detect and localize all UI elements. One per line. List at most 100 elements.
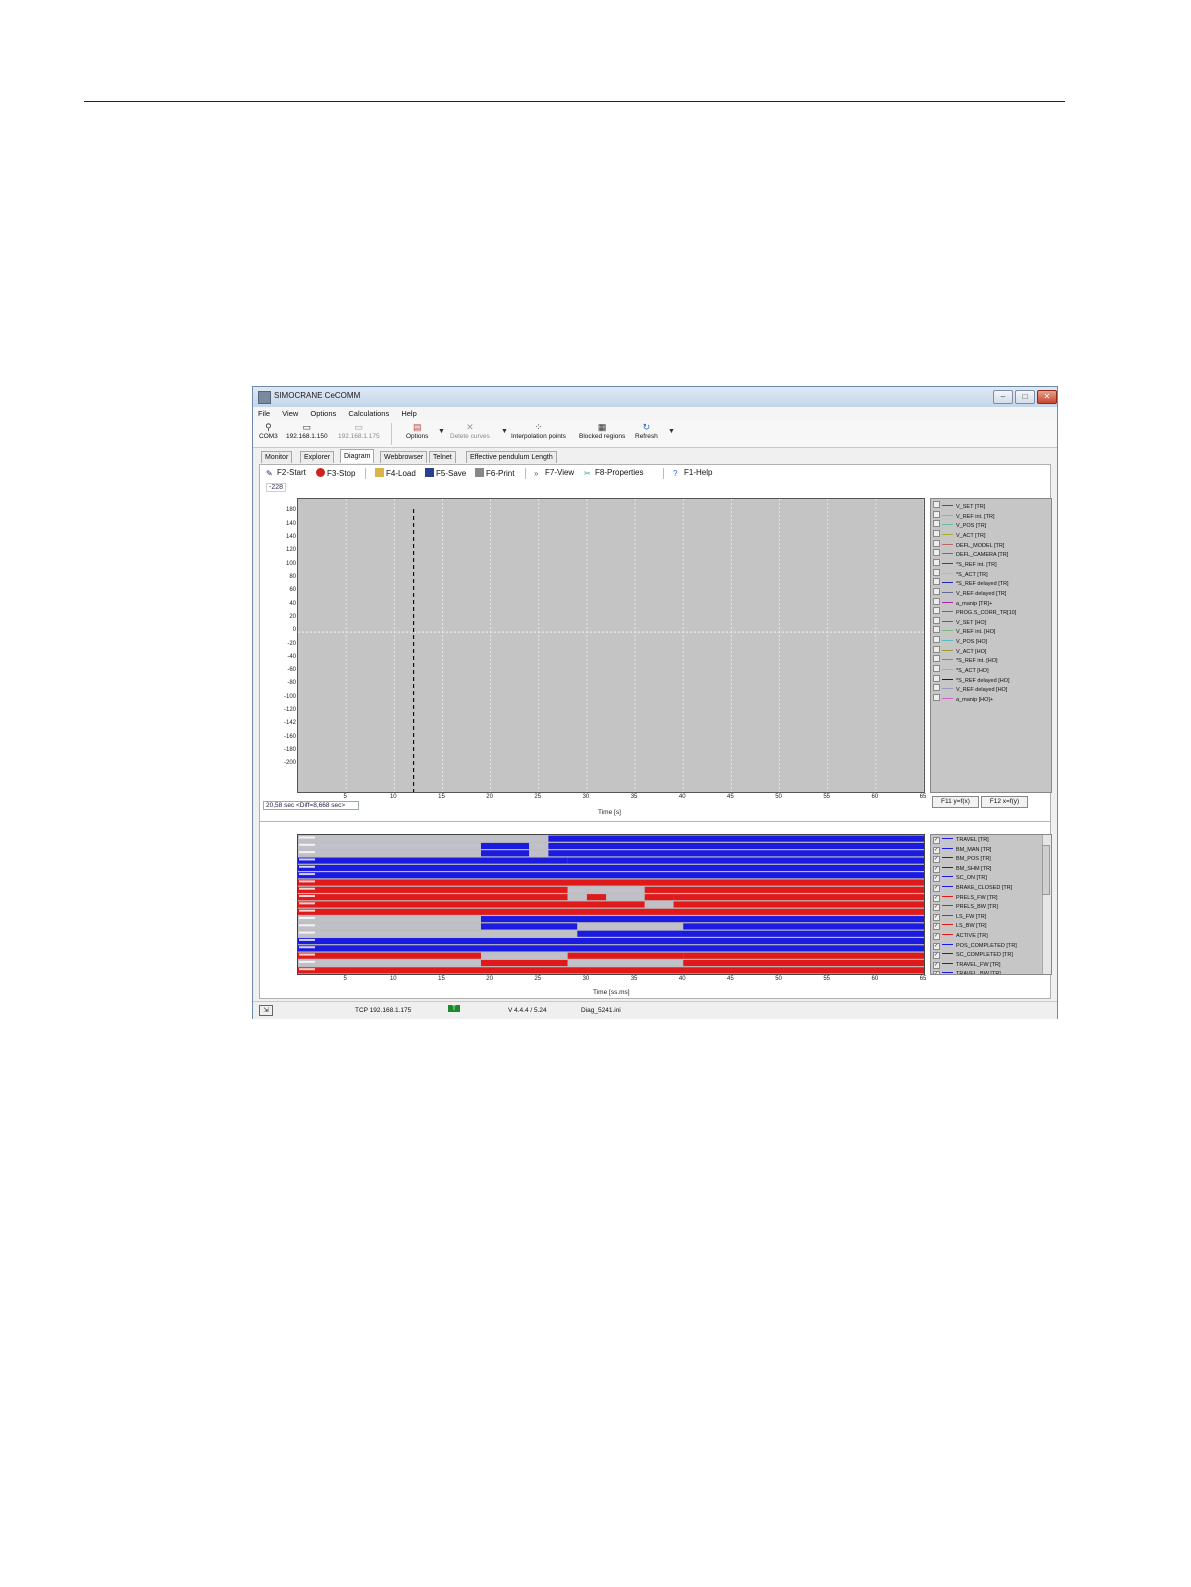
refresh-button[interactable]: ↻ Refresh (635, 422, 658, 440)
legend-item[interactable]: ✓ TRAVEL_BW [TR] (933, 971, 1001, 974)
analog-plot-area[interactable] (297, 498, 925, 793)
legend-item[interactable]: DEFL_MODEL [TR] (933, 539, 1004, 549)
legend-item[interactable]: V_POS [TR] (933, 520, 986, 529)
legend-checkbox[interactable] (933, 636, 940, 644)
legend-checkbox[interactable]: ✓ (933, 961, 940, 969)
legend-checkbox[interactable]: ✓ (933, 856, 940, 864)
menu-file[interactable]: File (253, 407, 275, 418)
tab-effective-pendulum-length[interactable]: Effective pendulum Length (466, 451, 557, 463)
legend-item[interactable]: ✓ BM_SHM [TR] (933, 865, 991, 875)
legend-checkbox[interactable] (933, 597, 940, 605)
legend-checkbox[interactable] (933, 558, 940, 566)
tab-monitor[interactable]: Monitor (261, 451, 293, 463)
legend-item[interactable]: V_SET [HO] (933, 616, 986, 626)
options-button[interactable]: ▤ Options (406, 422, 428, 440)
legend-checkbox[interactable] (933, 607, 940, 615)
tab-explorer[interactable]: Explorer (300, 451, 335, 463)
legend-checkbox[interactable]: ✓ (933, 885, 940, 892)
minimize-button[interactable]: – (993, 390, 1013, 404)
legend-item[interactable]: V_REF int. [HO] (933, 626, 995, 635)
legend-checkbox[interactable] (933, 645, 940, 653)
legend-item[interactable]: V_POS [HO] (933, 636, 987, 645)
legend-checkbox[interactable] (933, 549, 940, 557)
legend-item[interactable]: ✓ PRELS_BW [TR] (933, 904, 998, 913)
legend-checkbox[interactable] (933, 616, 940, 624)
legend-item[interactable]: V_REF int. [TR] (933, 510, 995, 520)
legend-checkbox[interactable]: ✓ (933, 933, 940, 940)
legend-checkbox[interactable]: ✓ (933, 923, 940, 931)
delete-curves-dropdown-icon[interactable]: ▼ (501, 428, 508, 435)
f12-button[interactable]: F12 x=f(y) (981, 796, 1028, 808)
menu-view[interactable]: View (277, 407, 303, 418)
legend-item[interactable]: V_SET [TR] (933, 501, 985, 510)
legend-item[interactable]: a_manip [TR]+ (933, 597, 992, 607)
legend-item[interactable]: ✓ LS_FW [TR] (933, 913, 986, 923)
legend-checkbox[interactable]: ✓ (933, 837, 940, 844)
legend-item[interactable]: *S_REF int. [TR] (933, 558, 997, 568)
legend-item[interactable]: ✓ BRAKE_CLOSED [TR] (933, 885, 1012, 894)
menu-calculations[interactable]: Calculations (343, 407, 394, 418)
tab-telnet[interactable]: Telnet (429, 451, 456, 463)
legend-checkbox[interactable] (933, 501, 940, 508)
legend-item[interactable]: ✓ BM_POS [TR] (933, 856, 991, 865)
legend-checkbox[interactable]: ✓ (933, 875, 940, 883)
legend-checkbox[interactable]: ✓ (933, 913, 940, 921)
legend-item[interactable]: V_REF delayed [TR] (933, 587, 1006, 597)
legend-checkbox[interactable] (933, 665, 940, 673)
legend-item[interactable]: ✓ PRELS_FW [TR] (933, 894, 998, 904)
tab-diagram[interactable]: Diagram (340, 449, 375, 463)
legend-checkbox[interactable] (933, 587, 940, 595)
legend-item[interactable]: PROG.S_CORR_TR[10] (933, 607, 1016, 616)
load-button[interactable]: F4-Load (375, 468, 416, 478)
help-button[interactable]: ? F1-Help (673, 468, 712, 478)
start-button[interactable]: ✎ F2-Start (266, 468, 306, 478)
legend-checkbox[interactable]: ✓ (933, 865, 940, 873)
save-button[interactable]: F5-Save (425, 468, 466, 478)
stop-button[interactable]: F3-Stop (316, 468, 355, 478)
legend-item[interactable]: V_REF delayed [HO] (933, 684, 1007, 693)
properties-button[interactable]: ✂ F8-Properties (584, 468, 643, 478)
connection-active-button[interactable]: ▭ 192.168.1.150 (286, 422, 328, 440)
legend-checkbox[interactable] (933, 578, 940, 586)
connection-inactive-button[interactable]: ▭ 192.168.1.175 (338, 422, 380, 440)
legend-checkbox[interactable]: ✓ (933, 952, 940, 960)
com-port-button[interactable]: ⚲ COM3 (259, 422, 278, 440)
legend-checkbox[interactable] (933, 674, 940, 682)
menu-help[interactable]: Help (396, 407, 421, 418)
legend-checkbox[interactable] (933, 684, 940, 692)
legend-checkbox[interactable]: ✓ (933, 904, 940, 912)
legend-item[interactable]: *S_REF delayed [HO] (933, 674, 1010, 684)
legend-checkbox[interactable] (933, 539, 940, 547)
legend-item[interactable]: *S_REF delayed [TR] (933, 578, 1009, 587)
legend-scrollbar[interactable] (1042, 835, 1051, 974)
delete-curves-button[interactable]: ✕ Delete curves (450, 422, 490, 440)
legend-checkbox[interactable]: ✓ (933, 971, 940, 974)
legend-checkbox[interactable] (933, 520, 940, 528)
legend-checkbox[interactable] (933, 626, 940, 634)
legend-item[interactable]: DEFL_CAMERA [TR] (933, 549, 1008, 558)
legend-checkbox[interactable]: ✓ (933, 894, 940, 902)
legend-checkbox[interactable] (933, 694, 940, 701)
legend-item[interactable]: *S_ACT [HO] (933, 665, 989, 674)
f11-button[interactable]: F11 y=f(x) (932, 796, 979, 808)
legend-checkbox[interactable] (933, 529, 940, 537)
print-button[interactable]: F6-Print (475, 468, 514, 478)
menu-options[interactable]: Options (305, 407, 341, 418)
refresh-dropdown-icon[interactable]: ▼ (668, 428, 675, 435)
legend-item[interactable]: V_ACT [TR] (933, 529, 986, 539)
legend-checkbox[interactable]: ✓ (933, 846, 940, 854)
legend-item[interactable]: V_ACT [HO] (933, 645, 986, 655)
splitter[interactable] (260, 821, 1050, 822)
legend-item[interactable]: ✓ TRAVEL_FW [TR] (933, 961, 1001, 971)
legend-item[interactable]: ✓ ACTIVE [TR] (933, 933, 988, 942)
legend-checkbox[interactable] (933, 510, 940, 518)
legend-checkbox[interactable] (933, 568, 940, 576)
digital-plot-area[interactable] (297, 834, 925, 975)
legend-item[interactable]: ✓ POS_COMPLETED [TR] (933, 942, 1017, 952)
legend-checkbox[interactable] (933, 655, 940, 663)
legend-checkbox[interactable]: ✓ (933, 942, 940, 950)
dock-icon[interactable]: ⇲ (259, 1005, 273, 1016)
legend-item[interactable]: a_manip [HO]+ (933, 694, 993, 703)
legend-item[interactable]: ✓ BM_MAN [TR] (933, 846, 991, 856)
tab-webbrowser[interactable]: Webbrowser (380, 451, 428, 463)
